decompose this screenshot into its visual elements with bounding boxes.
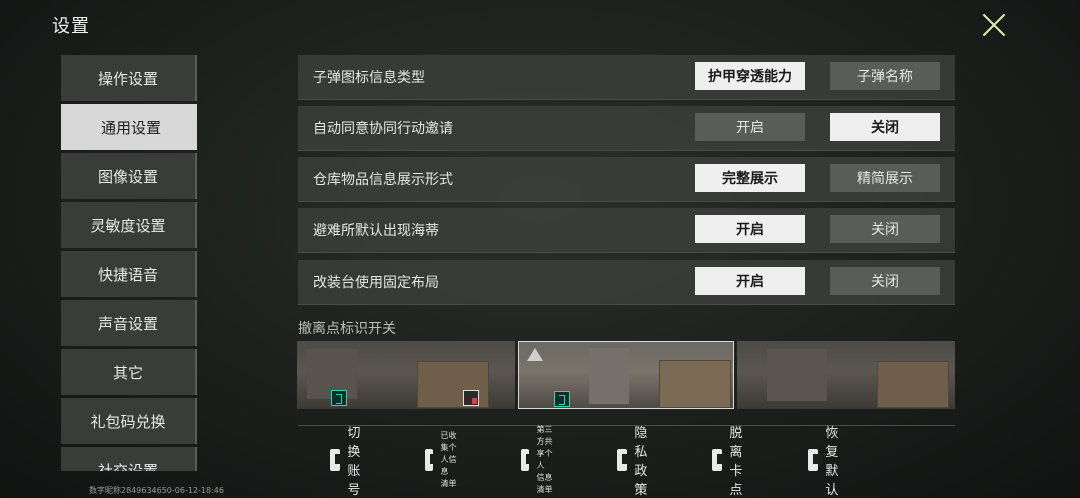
player-id-text: 数字昵称2849634650-06-12-18:46 (89, 486, 224, 495)
option-bullet-name-button[interactable]: 子弹名称 (830, 62, 940, 90)
option-on-button[interactable]: 开启 (695, 267, 805, 295)
setting-label: 仓库物品信息展示形式 (313, 172, 453, 188)
privacy-policy-label: 隐私政策 (634, 426, 648, 498)
setting-row-bullet-icon: 子弹图标信息类型 护甲穿透能力 子弹名称 (298, 55, 955, 100)
extraction-marker-option-3[interactable] (737, 341, 955, 409)
restore-defaults-label: 恢复默认 (825, 426, 839, 498)
setting-label: 子弹图标信息类型 (313, 70, 425, 86)
running-figure-icon (712, 449, 728, 471)
document-icon (425, 449, 441, 471)
third-party-label-line2: 信息清单 (536, 473, 553, 494)
switch-account-label: 切换账号 (347, 426, 361, 498)
page-title: 设置 (52, 16, 90, 37)
setting-row-modding-layout: 改装台使用固定布局 开启 关闭 (298, 260, 955, 305)
setting-row-shelter-heidi: 避难所默认出现海蒂 开启 关闭 (298, 208, 955, 253)
sidebar-item-graphics[interactable]: 图像设置 (61, 153, 197, 199)
divider (298, 425, 955, 426)
document-icon (521, 449, 537, 471)
option-on-button[interactable]: 开启 (695, 215, 805, 243)
sidebar-item-social[interactable]: 社交设置 (61, 447, 197, 471)
setting-row-auto-accept-invite: 自动同意协同行动邀请 开启 关闭 (298, 106, 955, 151)
unstuck-button[interactable]: 脱离卡点 (712, 426, 754, 498)
sidebar-item-quick-voice[interactable]: 快捷语音 (61, 251, 197, 297)
option-off-button[interactable]: 关闭 (830, 267, 940, 295)
sidebar-item-general[interactable]: 通用设置 (61, 104, 197, 150)
account-switch-icon (330, 449, 346, 471)
third-party-label-line1: 第三方共享个人 (536, 425, 553, 470)
setting-label: 自动同意协同行动邀请 (313, 121, 453, 137)
setting-label: 改装台使用固定布局 (313, 275, 439, 291)
collected-info-list-button[interactable]: 已收集个人信息 清单 (425, 431, 462, 488)
sidebar-item-sensitivity[interactable]: 灵敏度设置 (61, 202, 197, 248)
sidebar-item-sound[interactable]: 声音设置 (61, 300, 197, 346)
option-off-button[interactable]: 关闭 (830, 113, 940, 141)
close-icon[interactable] (976, 8, 1012, 44)
extraction-marker-options (297, 341, 955, 409)
collected-info-label-line2: 清单 (440, 479, 457, 488)
extraction-marker-option-1[interactable] (297, 341, 515, 409)
option-off-button[interactable]: 关闭 (830, 215, 940, 243)
triangle-marker-icon (527, 348, 543, 361)
option-armor-penetration-button[interactable]: 护甲穿透能力 (695, 62, 805, 90)
option-on-button[interactable]: 开启 (695, 113, 805, 141)
setting-row-warehouse-display: 仓库物品信息展示形式 完整展示 精简展示 (298, 157, 955, 202)
extraction-exit-icon (554, 391, 570, 407)
extraction-exit-icon (331, 390, 347, 406)
extraction-marker-section-title: 撤离点标识开关 (298, 321, 396, 337)
restore-defaults-button[interactable]: 恢复默认 (808, 426, 850, 498)
privacy-policy-icon (617, 449, 633, 471)
option-full-display-button[interactable]: 完整展示 (695, 164, 805, 192)
sidebar-item-other[interactable]: 其它 (61, 349, 197, 395)
sidebar-item-operation[interactable]: 操作设置 (61, 55, 197, 101)
sidebar-item-gift-code[interactable]: 礼包码兑换 (61, 398, 197, 444)
third-party-info-list-button[interactable]: 第三方共享个人 信息清单 (521, 425, 558, 494)
sidebar: 操作设置 通用设置 图像设置 灵敏度设置 快捷语音 声音设置 其它 礼包码兑换 … (61, 55, 197, 471)
privacy-policy-button[interactable]: 隐私政策 (617, 426, 659, 498)
extraction-marker-option-2[interactable] (518, 341, 734, 409)
collected-info-label-line1: 已收集个人信息 (440, 431, 457, 476)
switch-account-button[interactable]: 切换账号 (330, 426, 372, 498)
restore-icon (808, 449, 824, 471)
option-compact-display-button[interactable]: 精简展示 (830, 164, 940, 192)
extraction-conditional-exit-icon (463, 390, 479, 406)
setting-label: 避难所默认出现海蒂 (313, 223, 439, 239)
unstuck-label: 脱离卡点 (729, 426, 743, 498)
